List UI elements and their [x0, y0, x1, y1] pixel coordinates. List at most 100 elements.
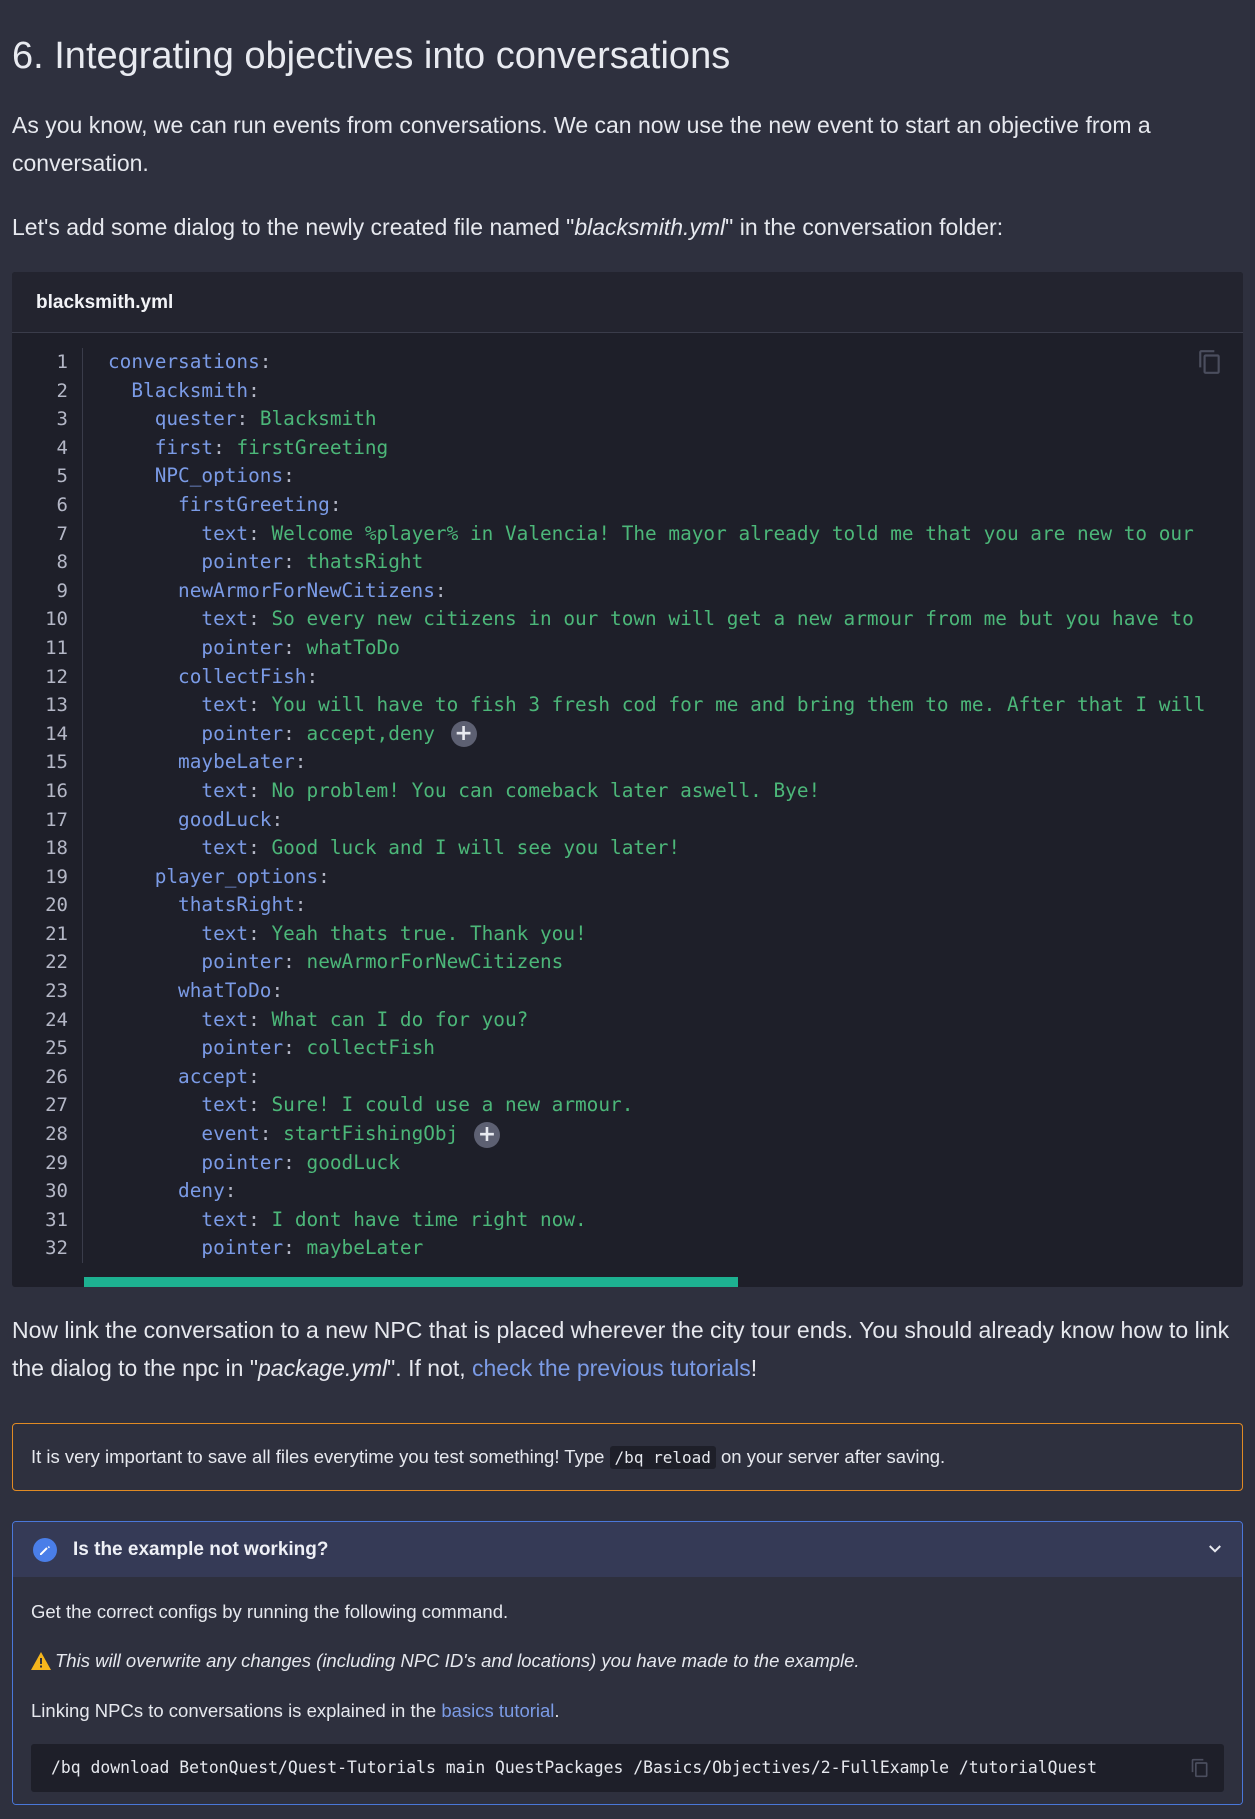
yaml-value: firstGreeting [236, 435, 389, 459]
yaml-key: whatToDo [178, 979, 272, 1003]
yaml-key: collectFish [178, 664, 307, 688]
yaml-value: startFishingObj [283, 1122, 459, 1146]
yaml-space [260, 693, 272, 716]
yaml-colon: : [248, 1093, 260, 1117]
yaml-key: text [201, 1207, 249, 1231]
yaml-colon: : [283, 550, 295, 574]
details-summary[interactable]: Is the example not working? [13, 1522, 1242, 1577]
details-line-3-before: Linking NPCs to conversations is explain… [31, 1700, 442, 1721]
line-number-gutter: 1 2 3 4 5 6 7 8 9 10 11 12 13 14 15 16 17 18 19 20 21 22 23 24 2… [36, 348, 83, 1263]
yaml-space [295, 1236, 307, 1259]
yaml-value: maybeLater [306, 1236, 424, 1260]
yaml-value: I dont have time right now. [271, 1207, 587, 1231]
download-command[interactable]: /bq download BetonQuest/Quest-Tutorials … [51, 1744, 1097, 1792]
yaml-key: goodLuck [178, 807, 272, 831]
line-number: 29 [45, 1151, 68, 1174]
yaml-key: event [201, 1122, 260, 1146]
code-body[interactable]: 1 2 3 4 5 6 7 8 9 10 11 12 13 14 15 16 17 18 19 20 21 22 23 24 2… [12, 333, 1243, 1263]
code-line: Blacksmith: [108, 377, 1243, 406]
line-number: 17 [45, 808, 68, 831]
code-lines[interactable]: conversations: Blacksmith: quester: Blac… [108, 348, 1243, 1263]
yaml-colon: : [248, 607, 260, 631]
yaml-colon: : [283, 464, 295, 488]
yaml-key: NPC_options [154, 464, 284, 488]
code-line: goodLuck: [108, 806, 1243, 835]
code-line: text: So every new citizens in our town … [108, 605, 1243, 634]
yaml-space [260, 1093, 272, 1116]
annotation-plus-icon[interactable]: + [473, 1121, 500, 1148]
yaml-colon: : [259, 1122, 272, 1146]
code-line: text: Good luck and I will see you later… [108, 834, 1243, 863]
yaml-space [260, 1008, 272, 1031]
warning-admonition: It is very important to save all files e… [12, 1423, 1243, 1491]
yaml-space [225, 436, 237, 459]
previous-tutorials-link[interactable]: check the previous tutorials [472, 1355, 751, 1381]
line-number: 16 [45, 779, 68, 802]
yaml-value: Good luck and I will see you later! [271, 836, 681, 860]
yaml-key: quester [154, 407, 237, 431]
yaml-key: text [201, 521, 249, 545]
yaml-colon: : [248, 1007, 260, 1031]
code-line: pointer: collectFish [108, 1034, 1243, 1063]
code-line: player_options: [108, 863, 1243, 892]
code-line: thatsRight: [108, 891, 1243, 920]
line-number: 31 [45, 1208, 68, 1231]
yaml-colon: : [329, 492, 342, 516]
line-number: 23 [45, 980, 68, 1003]
yaml-key: pointer [201, 1150, 284, 1174]
line-number: 24 [45, 1008, 68, 1031]
line-number: 10 [45, 608, 68, 631]
page: 6. Integrating objectives into conversat… [0, 0, 1255, 1805]
details-warning-line: This will overwrite any changes (includi… [31, 1647, 1224, 1675]
dialog-intro-paragraph: Let's add some dialog to the newly creat… [12, 208, 1243, 246]
line-number: 5 [56, 465, 68, 488]
yaml-colon: : [248, 1207, 260, 1231]
yaml-key: deny [178, 1179, 225, 1203]
yaml-space [295, 1151, 307, 1174]
yaml-value: Yeah thats true. Thank you! [271, 921, 587, 945]
line-number: 18 [45, 837, 68, 860]
code-line: conversations: [108, 348, 1243, 377]
line-number: 30 [45, 1180, 68, 1203]
yaml-colon: : [248, 921, 260, 945]
yaml-key: text [201, 778, 249, 802]
yaml-key: pointer [201, 721, 284, 745]
yaml-colon: : [213, 435, 225, 459]
line-number: 6 [56, 493, 68, 516]
intro-paragraph: As you know, we can run events from conv… [12, 112, 1151, 176]
yaml-key: pointer [201, 550, 284, 574]
code-line: newArmorForNewCitizens: [108, 577, 1243, 606]
horizontal-scrollbar[interactable] [84, 1277, 738, 1287]
yaml-value: thatsRight [306, 550, 424, 574]
yaml-colon: : [306, 664, 319, 688]
code-line: pointer: whatToDo [108, 634, 1243, 663]
line-number: 15 [45, 751, 68, 774]
copy-icon[interactable] [1190, 1757, 1210, 1779]
line-number: 22 [45, 951, 68, 974]
code-line: text: No problem! You can comeback later… [108, 777, 1243, 806]
code-line: pointer: thatsRight [108, 548, 1243, 577]
basics-tutorial-link[interactable]: basics tutorial [441, 1700, 554, 1721]
warning-icon [31, 1652, 51, 1670]
annotation-plus-icon[interactable]: + [450, 721, 477, 748]
yaml-space [295, 950, 307, 973]
code-line: firstGreeting: [108, 491, 1243, 520]
chevron-down-icon[interactable] [1206, 1540, 1224, 1558]
yaml-colon: : [248, 778, 260, 802]
code-line: text: Welcome %player% in Valencia! The … [108, 520, 1243, 549]
line-number: 11 [45, 636, 68, 659]
line-number: 1 [56, 351, 68, 373]
yaml-space [295, 550, 307, 573]
